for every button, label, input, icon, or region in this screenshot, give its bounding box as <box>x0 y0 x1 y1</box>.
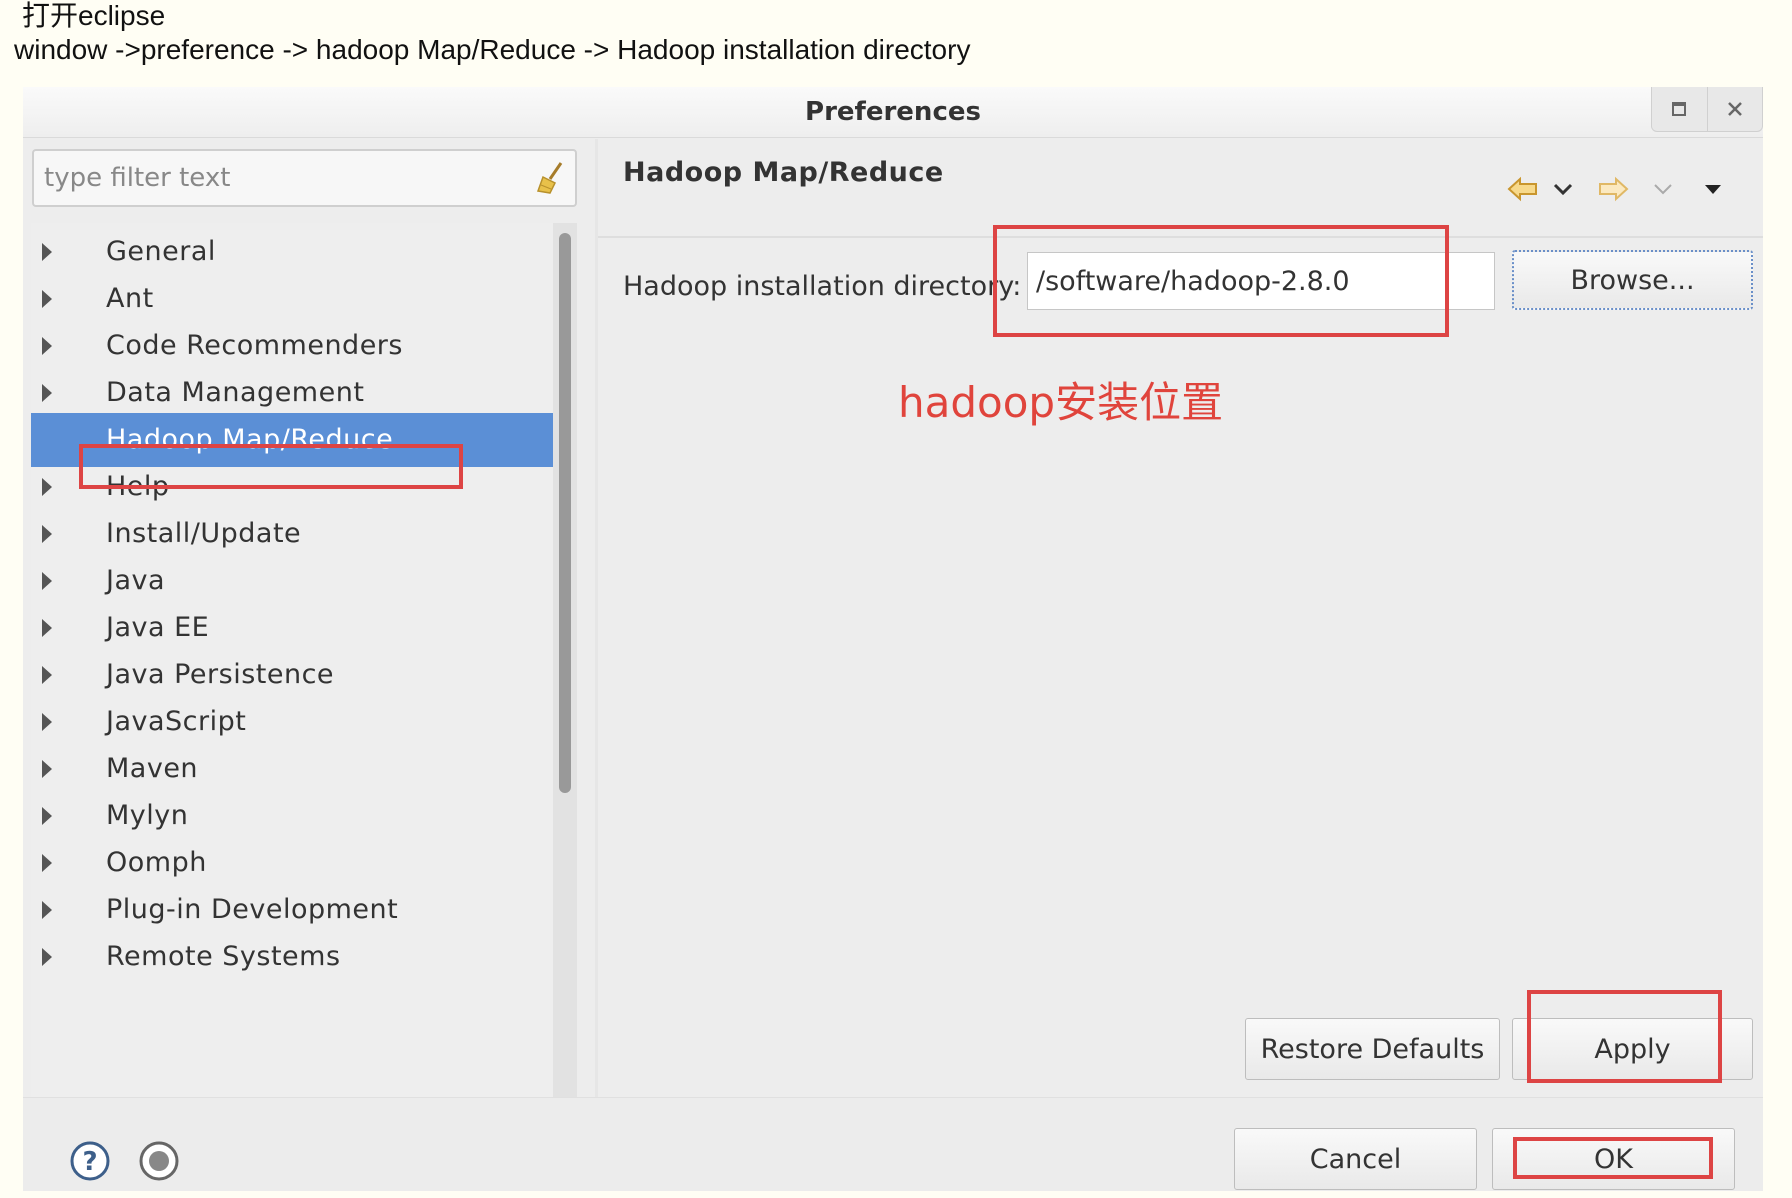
annotation-label: hadoop安装位置 <box>898 378 1224 427</box>
tree-item-label: Oomph <box>106 847 207 878</box>
filter-placeholder[interactable]: type filter text <box>44 151 230 205</box>
expand-arrow-icon[interactable] <box>42 525 52 543</box>
tree-item-label: Mylyn <box>106 800 189 831</box>
expand-arrow-icon[interactable] <box>42 290 52 308</box>
expand-arrow-icon[interactable] <box>42 713 52 731</box>
tree-item-java[interactable]: Java <box>31 554 553 608</box>
svg-text:?: ? <box>82 1147 97 1177</box>
installation-directory-label: Hadoop installation directory: <box>623 271 1022 302</box>
tree-item-mylyn[interactable]: Mylyn <box>31 789 553 843</box>
expand-arrow-icon[interactable] <box>42 572 52 590</box>
maximize-icon[interactable] <box>1652 87 1707 131</box>
tree-item-label: Ant <box>106 283 154 314</box>
expand-arrow-icon[interactable] <box>42 948 52 966</box>
tree-item-label: Maven <box>106 753 199 784</box>
preferences-dialog: Preferences type filter text General Ant… <box>23 87 1763 1191</box>
tree-item-label: Remote Systems <box>106 941 341 972</box>
browse-button[interactable]: Browse... <box>1512 250 1753 310</box>
close-icon[interactable] <box>1706 87 1763 131</box>
expand-arrow-icon[interactable] <box>42 478 52 496</box>
expand-arrow-icon[interactable] <box>42 384 52 402</box>
tree-item-java-ee[interactable]: Java EE <box>31 601 553 655</box>
help-icon[interactable]: ? <box>69 1140 111 1186</box>
record-icon[interactable] <box>138 1140 180 1186</box>
expand-arrow-icon[interactable] <box>42 337 52 355</box>
preference-tree: General Ant Code Recommenders Data Manag… <box>31 223 553 1181</box>
back-arrow-icon[interactable] <box>1503 169 1543 209</box>
tree-item-label: JavaScript <box>106 706 247 737</box>
scrollbar-thumb[interactable] <box>559 233 571 793</box>
page-title: Hadoop Map/Reduce <box>623 157 944 188</box>
expand-arrow-icon[interactable] <box>42 619 52 637</box>
instruction-line-1: 打开eclipse <box>22 0 166 31</box>
forward-menu-chevron-icon[interactable] <box>1643 169 1683 209</box>
tree-item-remote-systems[interactable]: Remote Systems <box>31 930 553 984</box>
tree-item-install-update[interactable]: Install/Update <box>31 507 553 561</box>
tree-item-javascript[interactable]: JavaScript <box>31 695 553 749</box>
broom-icon[interactable] <box>535 161 565 199</box>
expand-arrow-icon[interactable] <box>42 807 52 825</box>
tree-item-label: Code Recommenders <box>106 330 403 361</box>
tree-item-ant[interactable]: Ant <box>31 272 553 326</box>
tree-scrollbar[interactable] <box>553 223 577 1181</box>
expand-arrow-icon[interactable] <box>42 760 52 778</box>
expand-arrow-icon[interactable] <box>42 666 52 684</box>
highlight-box-ok <box>1513 1137 1713 1179</box>
tree-item-label: Install/Update <box>106 518 302 549</box>
tree-item-label: General <box>106 236 216 267</box>
restore-defaults-button[interactable]: Restore Defaults <box>1245 1018 1500 1080</box>
tree-item-oomph[interactable]: Oomph <box>31 836 553 890</box>
page-navigation <box>1503 169 1733 209</box>
view-menu-icon[interactable] <box>1693 169 1733 209</box>
tree-item-plug-in-development[interactable]: Plug-in Development <box>31 883 553 937</box>
pane-divider[interactable] <box>595 139 598 1180</box>
tree-item-code-recommenders[interactable]: Code Recommenders <box>31 319 553 373</box>
tree-item-data-management[interactable]: Data Management <box>31 366 553 420</box>
tree-item-general[interactable]: General <box>31 225 553 279</box>
tree-item-label: Data Management <box>106 377 365 408</box>
window-controls <box>1651 87 1763 132</box>
highlight-box-tree-item <box>79 444 463 489</box>
instruction-line-2: window ->preference -> hadoop Map/Reduce… <box>14 34 971 65</box>
window-title: Preferences <box>805 97 981 127</box>
tree-item-label: Java EE <box>106 612 210 643</box>
highlight-box-apply <box>1527 990 1722 1083</box>
tree-item-label: Java Persistence <box>106 659 335 690</box>
tree-item-label: Java <box>106 565 166 596</box>
tree-item-java-persistence[interactable]: Java Persistence <box>31 648 553 702</box>
cancel-button[interactable]: Cancel <box>1234 1128 1477 1190</box>
forward-arrow-icon[interactable] <box>1593 169 1633 209</box>
filter-field[interactable]: type filter text <box>32 149 577 207</box>
highlight-box-directory <box>993 225 1449 337</box>
expand-arrow-icon[interactable] <box>42 854 52 872</box>
tree-item-maven[interactable]: Maven <box>31 742 553 796</box>
expand-arrow-icon[interactable] <box>42 243 52 261</box>
title-bar: Preferences <box>23 87 1763 138</box>
tree-item-label: Plug-in Development <box>106 894 399 925</box>
expand-arrow-icon[interactable] <box>42 901 52 919</box>
back-menu-chevron-icon[interactable] <box>1543 169 1583 209</box>
